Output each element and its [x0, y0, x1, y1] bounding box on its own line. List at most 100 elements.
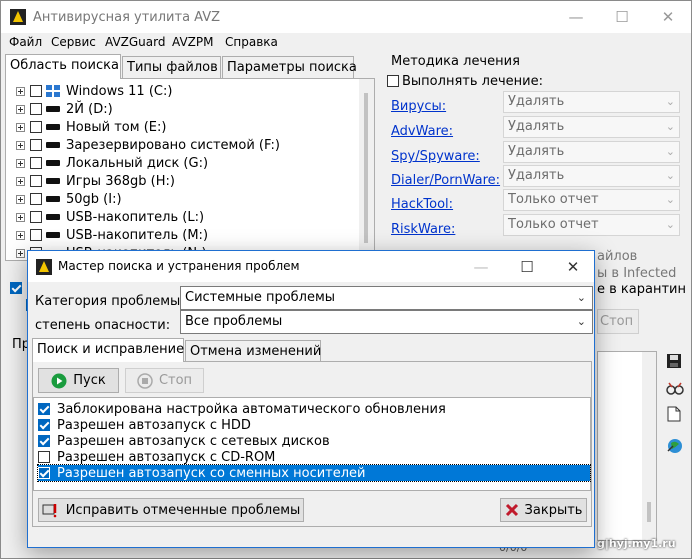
expand-icon[interactable] — [16, 158, 25, 168]
expand-icon[interactable] — [16, 194, 25, 204]
adware-action-select[interactable]: Удалять ⌄ — [503, 116, 680, 138]
drive-label: 50gb (I:) — [66, 191, 122, 207]
drive-checkbox[interactable] — [30, 85, 42, 97]
stop-button-label: Стоп — [158, 373, 193, 388]
globe-icon[interactable] — [666, 437, 684, 455]
viruses-link[interactable]: Вирусы: — [391, 99, 446, 114]
hacktool-link[interactable]: HackTool: — [391, 197, 453, 212]
fix-problems-button[interactable]: Исправить отмеченные проблемы — [38, 498, 304, 522]
dialer-action-select[interactable]: Удалять ⌄ — [503, 165, 680, 187]
drive-checkbox[interactable] — [30, 211, 42, 223]
list-item[interactable]: Заблокирована настройка автоматического … — [38, 401, 590, 417]
viruses-action-select[interactable]: Удалять ⌄ — [503, 91, 680, 113]
expand-icon[interactable] — [16, 122, 25, 132]
tree-item[interactable]: 50gb (I:) — [16, 190, 122, 208]
problem-checkbox[interactable] — [38, 419, 50, 431]
scrollbar-thumb[interactable] — [364, 93, 368, 243]
scrollbar-thumb[interactable] — [647, 502, 651, 522]
tab-file-types[interactable]: Типы файлов — [122, 56, 221, 78]
drive-checkbox[interactable] — [30, 139, 42, 151]
drive-icon — [46, 106, 60, 112]
drive-icon — [46, 142, 60, 148]
partial-text: е в карантин — [597, 282, 686, 297]
dialog-title: Мастер поиска и устранения проблем — [58, 259, 300, 273]
tab-search-area[interactable]: Область поиска — [5, 54, 121, 79]
select-value: Системные проблемы — [185, 290, 336, 305]
drive-icon — [46, 232, 60, 238]
adware-link[interactable]: AdvWare: — [391, 124, 453, 139]
main-stop-button[interactable]: Стоп — [597, 309, 639, 334]
drive-checkbox[interactable] — [30, 121, 42, 133]
maximize-icon[interactable]: ☐ — [504, 251, 550, 282]
expand-icon[interactable] — [16, 176, 25, 186]
problem-checkbox[interactable] — [38, 451, 50, 463]
expand-icon[interactable] — [16, 140, 25, 150]
chevron-down-icon: ⌄ — [665, 95, 675, 108]
tab-undo-changes[interactable]: Отмена изменений — [185, 340, 321, 362]
riskware-link[interactable]: RiskWare: — [391, 222, 455, 237]
main-titlebar[interactable]: Антивирусная утилита AVZ — ☐ ✕ — [1, 1, 691, 33]
expand-icon[interactable] — [16, 104, 25, 114]
menu-file[interactable]: Файл — [9, 35, 42, 49]
problem-checkbox[interactable] — [38, 435, 50, 447]
close-button[interactable]: Закрыть — [500, 498, 587, 522]
document-icon[interactable] — [667, 406, 681, 422]
save-icon[interactable] — [666, 353, 682, 369]
drive-icon — [46, 160, 60, 166]
tree-scrollbar[interactable] — [359, 79, 374, 260]
severity-select[interactable]: Все проблемы ⌄ — [180, 310, 593, 334]
menu-avzpm[interactable]: AVZPM — [172, 35, 213, 49]
tree-item[interactable]: Локальный диск (G:) — [16, 154, 208, 172]
problem-checkbox[interactable] — [38, 403, 50, 415]
expand-icon[interactable] — [16, 212, 25, 222]
spyware-action-select[interactable]: Удалять ⌄ — [503, 141, 680, 163]
drive-checkbox[interactable] — [30, 193, 42, 205]
drive-tree[interactable]: Windows 11 (C:) 2Й (D:) Новый том (E:) З… — [5, 78, 375, 261]
drive-icon — [46, 214, 60, 220]
menu-avzguard[interactable]: AVZGuard — [105, 35, 165, 49]
perform-treatment-checkbox[interactable] — [387, 75, 399, 87]
expand-icon[interactable] — [16, 86, 25, 96]
tree-item[interactable]: Новый том (E:) — [16, 118, 166, 136]
drive-checkbox[interactable] — [30, 175, 42, 187]
dialer-link[interactable]: Dialer/PornWare: — [391, 173, 500, 188]
tree-item[interactable]: USB-накопитель (L:) — [16, 208, 204, 226]
stop-button[interactable]: Стоп — [125, 368, 204, 393]
dialog-titlebar[interactable]: Мастер поиска и устранения проблем — ☐ ✕ — [28, 251, 594, 282]
list-item[interactable]: Разрешен автозапуск с CD-ROM — [38, 449, 590, 465]
minimize-icon[interactable]: — — [458, 251, 504, 282]
problem-checkbox[interactable] — [38, 467, 50, 479]
drive-checkbox[interactable] — [30, 157, 42, 169]
select-value: Удалять — [508, 119, 565, 134]
expand-icon[interactable] — [16, 230, 25, 240]
close-icon[interactable]: ✕ — [645, 1, 691, 33]
close-icon[interactable]: ✕ — [550, 251, 596, 282]
tree-item[interactable]: 2Й (D:) — [16, 100, 113, 118]
option-checkbox[interactable] — [10, 282, 22, 294]
menu-service[interactable]: Сервис — [51, 35, 96, 49]
category-select[interactable]: Системные проблемы ⌄ — [180, 286, 593, 310]
problem-list[interactable]: Заблокирована настройка автоматического … — [33, 397, 591, 491]
start-button[interactable]: Пуск — [38, 368, 119, 393]
tree-item[interactable]: Windows 11 (C:) — [16, 82, 172, 100]
menu-help[interactable]: Справка — [225, 35, 278, 49]
list-item[interactable]: Разрешен автозапуск с HDD — [38, 417, 590, 433]
tree-item[interactable]: USB-накопитель (M:) — [16, 226, 208, 244]
expand-icon[interactable] — [16, 248, 25, 258]
spyware-link[interactable]: Spy/Spyware: — [391, 149, 480, 164]
glasses-icon[interactable] — [666, 381, 684, 395]
chevron-down-icon: ⌄ — [665, 120, 675, 133]
riskware-action-select[interactable]: Только отчет ⌄ — [503, 214, 680, 236]
maximize-icon[interactable]: ☐ — [599, 1, 645, 33]
tab-search-params[interactable]: Параметры поиска — [222, 56, 357, 78]
drive-checkbox[interactable] — [30, 103, 42, 115]
tree-item[interactable]: Зарезервировано системой (F:) — [16, 136, 280, 154]
tree-item[interactable]: Игры 368gb (H:) — [16, 172, 175, 190]
list-item[interactable]: Разрешен автозапуск с сетевых дисков — [38, 433, 590, 449]
list-item[interactable]: Разрешен автозапуск со сменных носителей — [37, 464, 591, 482]
minimize-icon[interactable]: — — [553, 1, 599, 33]
drive-checkbox[interactable] — [30, 229, 42, 241]
hacktool-action-select[interactable]: Только отчет ⌄ — [503, 189, 680, 211]
log-scrollbar[interactable] — [642, 352, 656, 540]
tab-search-fix[interactable]: Поиск и исправление — [32, 338, 184, 362]
